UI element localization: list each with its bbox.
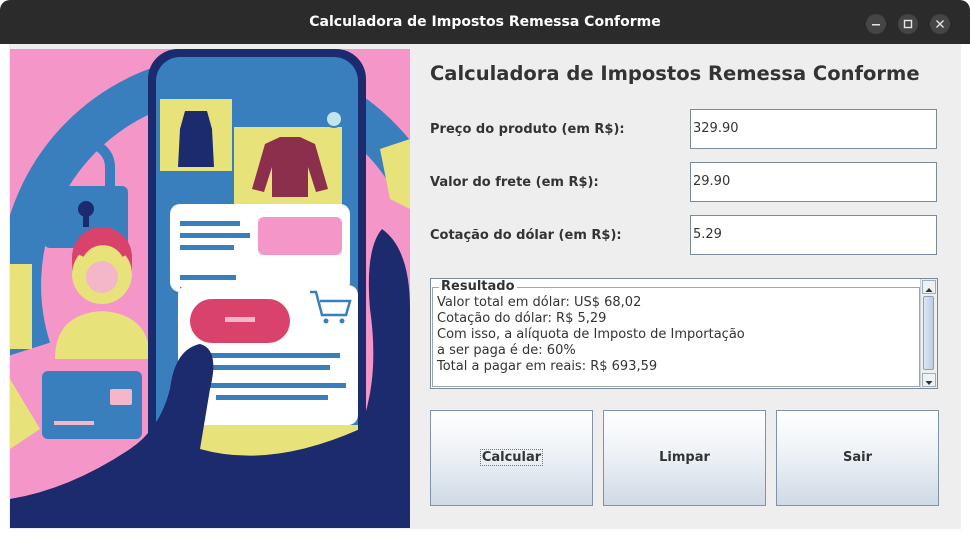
minimize-button[interactable] (866, 14, 886, 34)
sair-button-label: Sair (842, 450, 872, 465)
online-shopping-illustration (10, 49, 410, 528)
title-bar: Calculadora de Impostos Remessa Conforme (0, 0, 970, 44)
close-icon (936, 20, 944, 28)
resultado-textarea[interactable]: Resultado Valor total em dólar: US$ 68,0… (430, 278, 938, 389)
close-button[interactable] (930, 14, 950, 34)
preco-label: Preço do produto (em R$): (430, 122, 625, 137)
preco-input[interactable]: 329.90 (690, 109, 937, 149)
scroll-down-arrow[interactable] (922, 373, 936, 387)
resultado-line: a ser paga é de: 60% (437, 343, 576, 358)
resultado-line: Com isso, a alíquota de Imposto de Impor… (437, 327, 745, 342)
resultado-line: Total a pagar em reais: R$ 693,59 (437, 359, 658, 374)
minimize-icon (872, 24, 880, 26)
resultado-line: Valor total em dólar: US$ 68,02 (437, 295, 642, 310)
maximize-button[interactable] (898, 14, 918, 34)
window-frame (0, 44, 9, 538)
limpar-button-label: Limpar (659, 450, 710, 465)
illustration-art (10, 49, 410, 528)
scroll-thumb[interactable] (923, 296, 934, 370)
cotacao-label: Cotação do dólar (em R$): (430, 228, 622, 243)
app-window: Calculadora de Impostos Remessa Conforme (0, 0, 970, 538)
cotacao-input[interactable]: 5.29 (690, 215, 937, 255)
triangle-up-icon (925, 288, 933, 292)
resultado-group: Resultado Valor total em dólar: US$ 68,0… (432, 279, 920, 387)
calcular-button-label: Calcular (479, 449, 544, 466)
frete-input[interactable]: 29.90 (690, 162, 937, 202)
resultado-scrollbar[interactable] (920, 279, 937, 388)
resultado-legend: Resultado (439, 279, 517, 294)
sair-button[interactable]: Sair (776, 410, 939, 506)
content-panel: Calculadora de Impostos Remessa Conforme… (9, 44, 961, 529)
calcular-button[interactable]: Calcular (430, 410, 593, 506)
limpar-button[interactable]: Limpar (603, 410, 766, 506)
resultado-line: Cotação do dólar: R$ 5,29 (437, 311, 607, 326)
triangle-down-icon (925, 381, 933, 385)
scroll-up-arrow[interactable] (922, 280, 936, 294)
window-title: Calculadora de Impostos Remessa Conforme (309, 14, 661, 30)
maximize-icon (903, 19, 913, 29)
frete-label: Valor do frete (em R$): (430, 175, 599, 190)
page-title: Calculadora de Impostos Remessa Conforme (430, 62, 920, 85)
